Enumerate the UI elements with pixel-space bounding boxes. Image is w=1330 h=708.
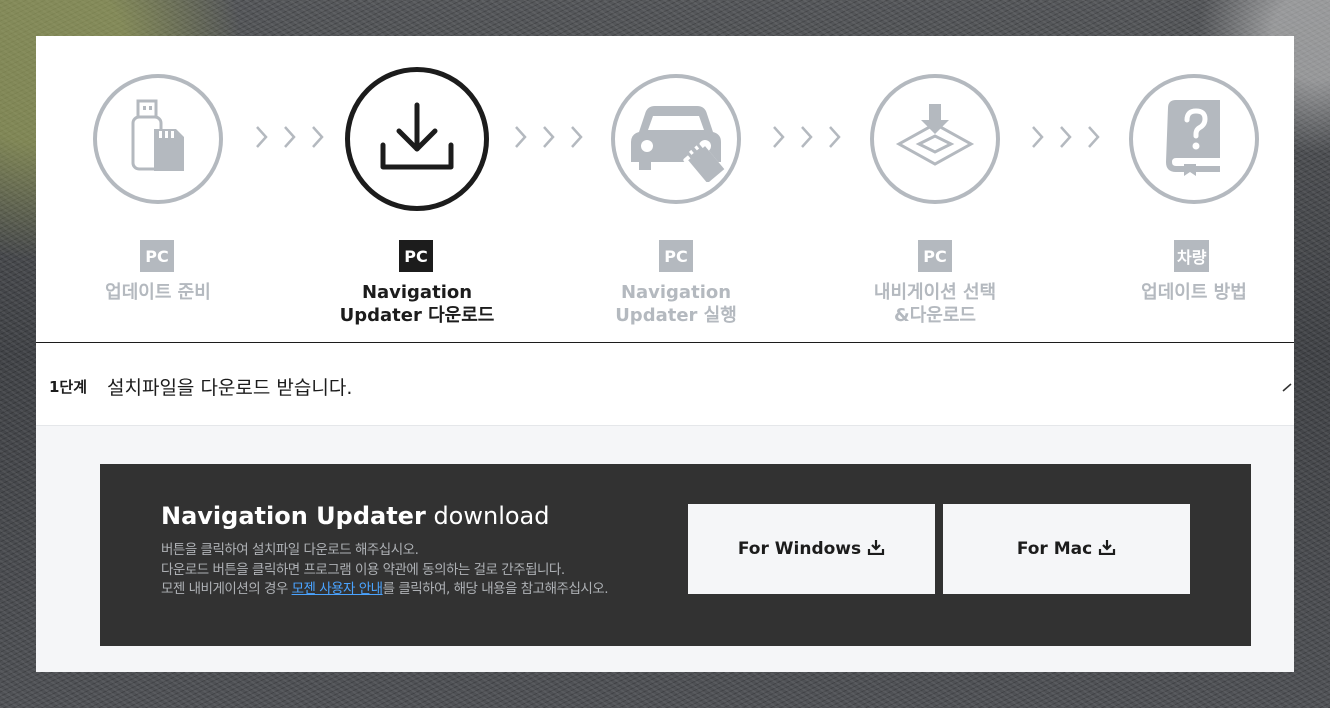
step-1-circle: [93, 74, 223, 204]
download-description: 버튼을 클릭하여 설치파일 다운로드 해주십시오. 다운로드 버튼을 클릭하면 …: [161, 542, 609, 597]
step-progress: PC 업데이트 준비 PC Navigation Updater 다운로드 PC…: [36, 36, 1294, 342]
section-title: 설치파일을 다운로드 받습니다.: [107, 377, 353, 399]
usb-sd-card-icon: [126, 97, 190, 181]
step-4-label: 내비게이션 선택 &다운로드: [873, 282, 997, 326]
download-icon: [379, 101, 455, 177]
step-2-badge: PC: [399, 240, 433, 272]
step-arrows-3: [771, 123, 841, 155]
step-1-label: 업데이트 준비: [105, 282, 211, 303]
step-5-badge: 차량: [1174, 240, 1210, 272]
step-1-badge: PC: [140, 240, 174, 272]
step-4-badge: PC: [918, 240, 952, 272]
section-step-number: 1단계: [49, 378, 88, 396]
step-3-badge: PC: [659, 240, 693, 272]
step-arrows-2: [513, 123, 583, 155]
step-2-circle: [345, 67, 489, 211]
download-box: Navigation Updater download 버튼을 클릭하여 설치파…: [100, 464, 1251, 646]
download-mac-button[interactable]: For Mac: [943, 504, 1190, 594]
step-5-label: 업데이트 방법: [1141, 282, 1247, 303]
download-icon: [1098, 539, 1116, 560]
download-icon: [867, 539, 885, 560]
step-5-circle: [1129, 74, 1259, 204]
step-3-label: Navigation Updater 실행: [615, 282, 737, 326]
step-arrows-1: [254, 123, 324, 155]
step-4-circle: [870, 74, 1000, 204]
step-arrows-4: [1030, 123, 1100, 155]
download-select-icon: [895, 104, 975, 174]
step-3-circle: [611, 74, 741, 204]
download-title: Navigation Updater download: [161, 502, 550, 530]
manual-book-icon: [1162, 98, 1226, 180]
download-windows-button[interactable]: For Windows: [688, 504, 935, 594]
mozen-guide-link[interactable]: 모젠 사용자 안내: [292, 581, 384, 597]
step-2-label: Navigation Updater 다운로드: [339, 282, 495, 326]
car-usb-icon: [621, 92, 731, 186]
chevron-up-icon[interactable]: [1282, 377, 1294, 396]
step-section-header[interactable]: 1단계 설치파일을 다운로드 받습니다.: [36, 342, 1294, 426]
